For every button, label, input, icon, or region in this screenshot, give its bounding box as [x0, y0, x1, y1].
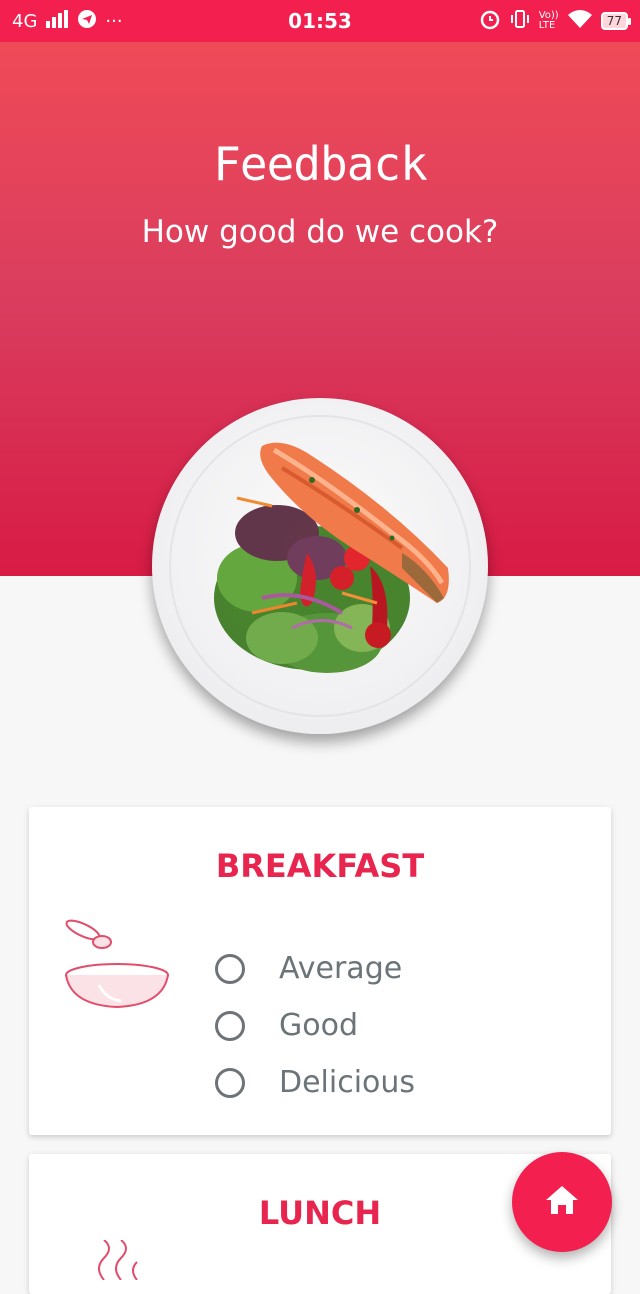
volte-icon: Vo)) LTE: [538, 10, 559, 31]
radio-button[interactable]: [215, 953, 245, 984]
rating-options: Average Good Delicious: [215, 940, 415, 1111]
status-left: 4G ···: [12, 9, 123, 34]
radio-button[interactable]: [215, 1010, 245, 1041]
signal-icon: [45, 9, 69, 33]
option-label: Average: [279, 951, 403, 986]
food-plate-image: [152, 398, 488, 734]
breakfast-card: BREAKFAST Average Good Delicious: [29, 807, 611, 1135]
page-subtitle: How good do we cook?: [141, 214, 499, 250]
more-notifications-icon: ···: [105, 10, 123, 32]
option-average[interactable]: Average: [215, 940, 415, 997]
card-title-breakfast: BREAKFAST: [215, 847, 425, 885]
home-icon: [545, 1185, 579, 1220]
option-label: Delicious: [279, 1065, 416, 1100]
network-type: 4G: [12, 10, 38, 32]
page-title: Feedback: [213, 137, 428, 191]
option-good[interactable]: Good: [215, 997, 415, 1054]
status-right: Vo)) LTE 77: [479, 8, 632, 35]
option-label: Good: [279, 1008, 358, 1043]
telegram-icon: [77, 9, 97, 34]
home-fab-button[interactable]: [512, 1152, 612, 1252]
option-delicious[interactable]: Delicious: [215, 1054, 415, 1111]
battery-icon: 77: [600, 12, 632, 30]
status-bar: 4G ··· 01:53 Vo)) LTE 77: [0, 0, 640, 42]
radio-button[interactable]: [215, 1067, 245, 1098]
bowl-spoon-icon: [61, 917, 173, 1017]
steam-icon: [89, 1239, 149, 1285]
alarm-icon: [479, 8, 501, 35]
wifi-icon: [567, 9, 593, 34]
vibrate-icon: [509, 8, 531, 35]
